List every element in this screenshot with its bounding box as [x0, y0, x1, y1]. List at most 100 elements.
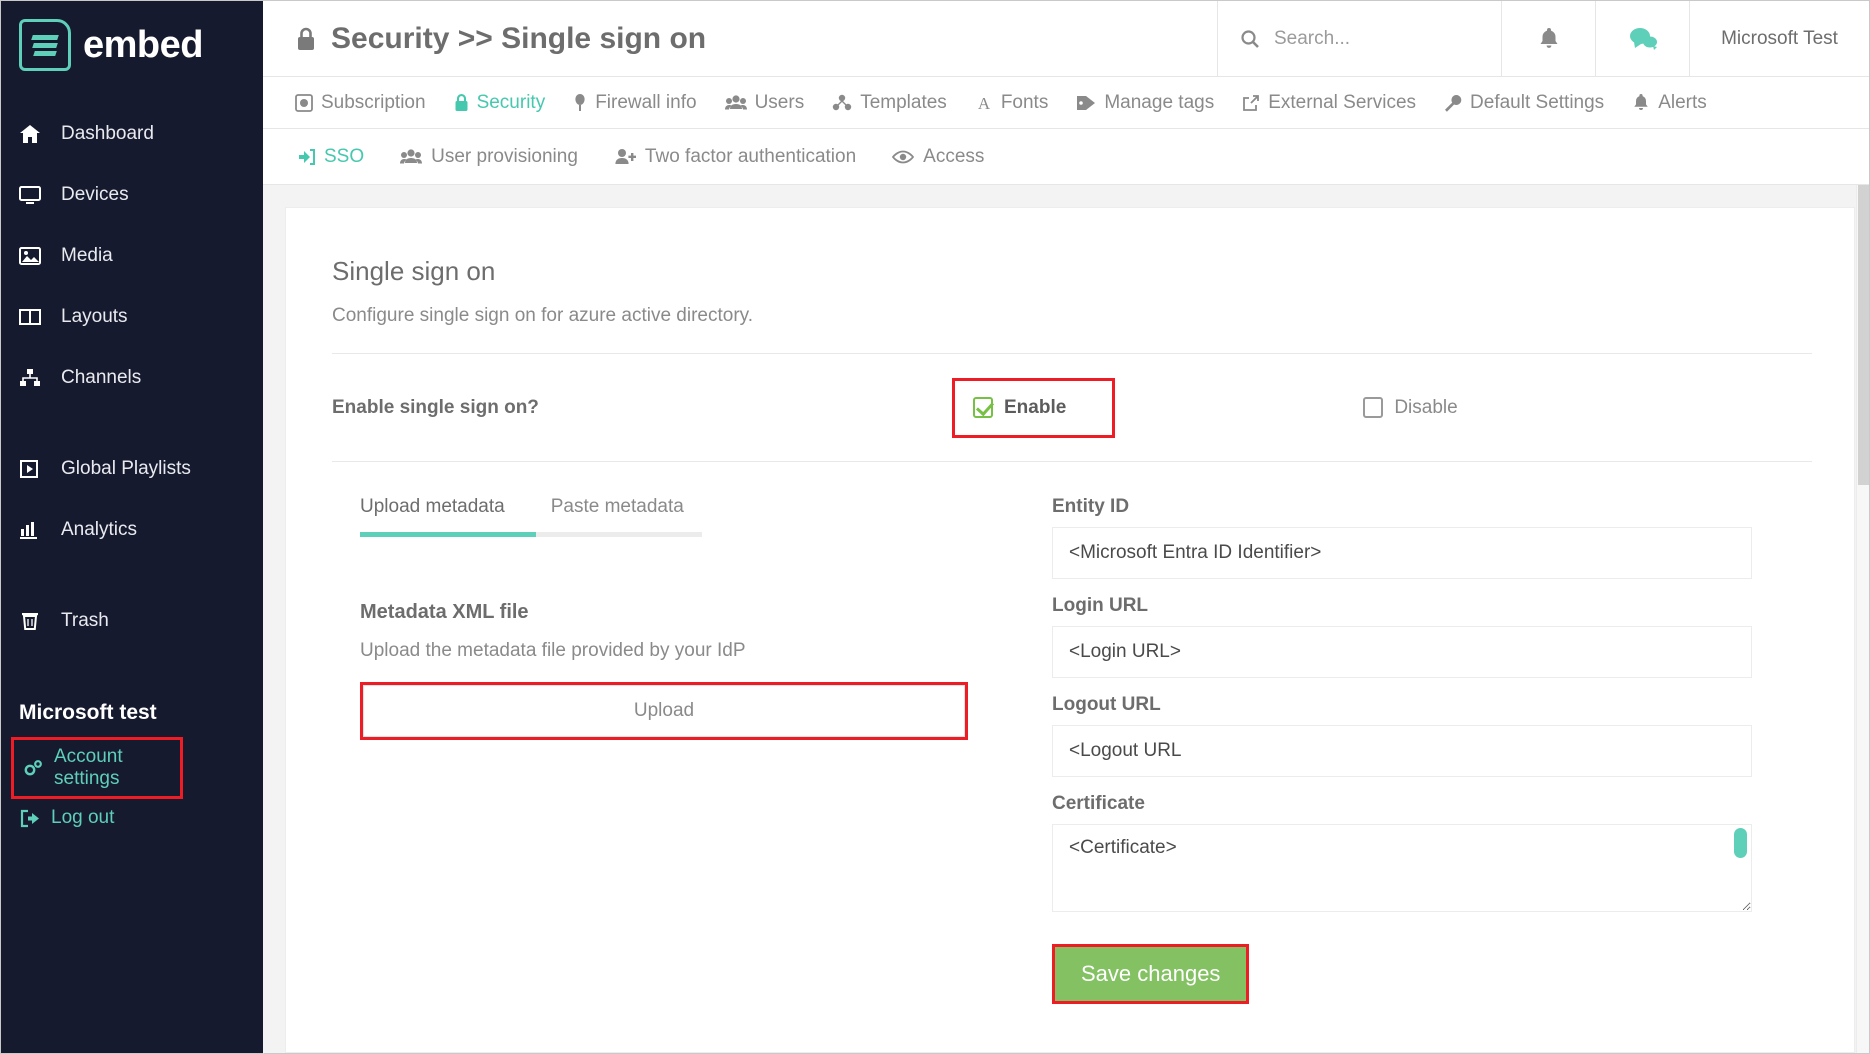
- metadata-tab-underline: [332, 532, 1032, 537]
- tab-paste-metadata[interactable]: Paste metadata: [551, 496, 684, 532]
- tab-underline-active: [360, 532, 536, 537]
- wrench-icon: [1444, 94, 1462, 112]
- brand-logo[interactable]: embed: [1, 1, 263, 89]
- sidebar-item-media[interactable]: Media: [1, 225, 263, 286]
- logout-url-input[interactable]: [1052, 725, 1752, 777]
- page-scrollbar-thumb[interactable]: [1858, 185, 1869, 485]
- certificate-scrollbar-thumb[interactable]: [1734, 828, 1747, 858]
- users-icon: [725, 94, 747, 112]
- eye-icon: [892, 149, 914, 165]
- section-title: Single sign on: [332, 256, 1812, 287]
- cubes-icon: [832, 94, 852, 112]
- sidebar-item-label: Global Playlists: [61, 458, 191, 480]
- sidebar-item-devices[interactable]: Devices: [1, 164, 263, 225]
- tab-label: Users: [755, 92, 805, 114]
- tab-manage-tags[interactable]: Manage tags: [1076, 92, 1214, 114]
- disable-radio[interactable]: Disable: [1363, 397, 1457, 419]
- sidebar-item-channels[interactable]: Channels: [1, 347, 263, 408]
- tab-alerts[interactable]: Alerts: [1632, 92, 1707, 114]
- tab-label: Templates: [860, 92, 947, 114]
- comments-icon: [1628, 26, 1658, 52]
- search-input[interactable]: [1274, 28, 1454, 50]
- logout-url-label: Logout URL: [1052, 694, 1752, 716]
- users-icon: [400, 148, 422, 166]
- subtab-user-provisioning[interactable]: User provisioning: [400, 146, 578, 168]
- certificate-textarea[interactable]: <Certificate>: [1052, 824, 1752, 912]
- chat-button[interactable]: [1595, 1, 1689, 76]
- enable-sso-row: Enable single sign on? Enable Disable: [332, 354, 1812, 462]
- notifications-button[interactable]: [1501, 1, 1595, 76]
- tab-label: Alerts: [1658, 92, 1707, 114]
- sso-fields-column: Entity ID Login URL Logout URL Certifica…: [1052, 496, 1752, 1004]
- subtab-access[interactable]: Access: [892, 146, 984, 168]
- tag-icon: [1076, 94, 1096, 112]
- tab-underline-inactive: [536, 532, 702, 537]
- metadata-file-description: Upload the metadata file provided by you…: [360, 640, 1032, 662]
- sidebar-divider: [1, 408, 263, 438]
- sidebar-item-trash[interactable]: Trash: [1, 590, 263, 651]
- tab-label: Security: [477, 92, 546, 114]
- embed-logo-icon: [19, 19, 71, 71]
- sign-out-icon: [19, 809, 41, 828]
- search-box[interactable]: [1217, 1, 1501, 76]
- certificate-field-wrap: <Certificate>: [1052, 824, 1752, 912]
- sidebar-item-log-out[interactable]: Log out: [11, 799, 253, 837]
- sidebar-item-account-settings[interactable]: Account settings: [11, 737, 183, 799]
- sso-card: Single sign on Configure single sign on …: [285, 207, 1855, 1053]
- sidebar-item-label: Analytics: [61, 519, 137, 541]
- tab-fonts[interactable]: A Fonts: [975, 92, 1049, 114]
- trash-icon: [19, 611, 61, 631]
- tab-templates[interactable]: Templates: [832, 92, 947, 114]
- page-scrollbar[interactable]: [1856, 185, 1869, 1053]
- save-changes-button[interactable]: Save changes: [1055, 947, 1246, 1001]
- sidebar: embed Dashboard Devices Media: [1, 1, 263, 1053]
- tab-label: Firewall info: [595, 92, 696, 114]
- entity-id-input[interactable]: [1052, 527, 1752, 579]
- home-icon: [19, 124, 61, 144]
- sidebar-item-label: Trash: [61, 610, 109, 632]
- metadata-file-title: Metadata XML file: [360, 601, 1032, 624]
- sign-in-icon: [295, 148, 315, 166]
- sidebar-item-global-playlists[interactable]: Global Playlists: [1, 438, 263, 499]
- plug-icon: [573, 93, 587, 112]
- tab-label: Default Settings: [1470, 92, 1604, 114]
- app-window: embed Dashboard Devices Media: [0, 0, 1870, 1054]
- sidebar-item-analytics[interactable]: Analytics: [1, 499, 263, 560]
- save-button-highlight: Save changes: [1052, 944, 1249, 1004]
- upload-button[interactable]: Upload: [363, 685, 965, 737]
- user-plus-icon: [614, 148, 636, 166]
- tab-users[interactable]: Users: [725, 92, 805, 114]
- page-title-text: Security >> Single sign on: [331, 22, 706, 56]
- disable-label: Disable: [1394, 397, 1457, 419]
- tab-firewall-info[interactable]: Firewall info: [573, 92, 696, 114]
- dollar-circle-icon: [295, 94, 313, 112]
- sidebar-item-dashboard[interactable]: Dashboard: [1, 103, 263, 164]
- tab-label: Fonts: [1001, 92, 1049, 114]
- account-settings-label: Account settings: [54, 746, 172, 790]
- tab-subscription[interactable]: Subscription: [295, 92, 426, 114]
- lock-icon: [454, 94, 469, 112]
- enable-radio[interactable]: Enable: [973, 397, 1066, 419]
- user-menu[interactable]: Microsoft Test: [1689, 1, 1869, 76]
- metadata-column: Upload metadata Paste metadata Metadata …: [332, 496, 1032, 1004]
- tab-external-services[interactable]: External Services: [1242, 92, 1416, 114]
- subtab-sso[interactable]: SSO: [295, 146, 364, 168]
- tab-upload-metadata[interactable]: Upload metadata: [360, 496, 505, 532]
- sidebar-item-layouts[interactable]: Layouts: [1, 286, 263, 347]
- layout-columns-icon: [19, 307, 61, 327]
- svg-text:A: A: [978, 94, 991, 112]
- tab-security[interactable]: Security: [454, 92, 546, 114]
- search-icon: [1240, 29, 1260, 49]
- tab-label: Subscription: [321, 92, 426, 114]
- bell-icon: [1632, 93, 1650, 112]
- enable-sso-label: Enable single sign on?: [332, 397, 952, 419]
- bell-icon: [1538, 27, 1560, 51]
- page-title: Security >> Single sign on: [263, 1, 1217, 76]
- top-bar: Security >> Single sign on Microsoft: [263, 1, 1869, 77]
- font-icon: A: [975, 94, 993, 112]
- login-url-input[interactable]: [1052, 626, 1752, 678]
- subtab-two-factor-authentication[interactable]: Two factor authentication: [614, 146, 856, 168]
- sidebar-item-label: Media: [61, 245, 113, 267]
- tab-default-settings[interactable]: Default Settings: [1444, 92, 1604, 114]
- account-title: Microsoft test: [11, 691, 253, 737]
